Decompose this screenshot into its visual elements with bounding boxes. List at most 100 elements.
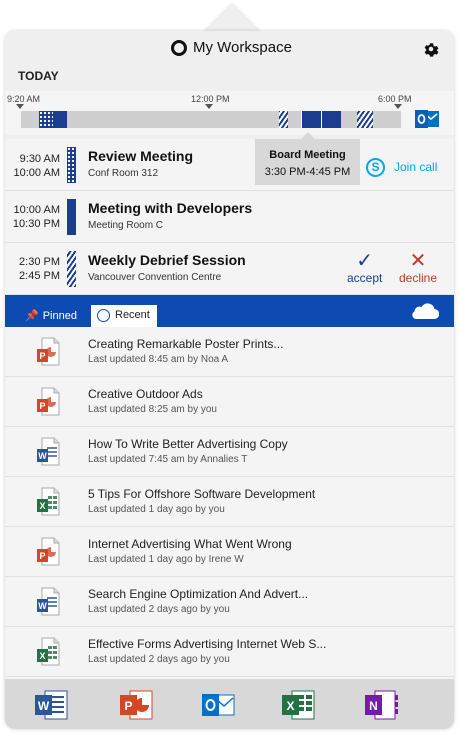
- meeting-color-bar: [67, 147, 76, 183]
- timeline-end-label: 6:00 PM: [378, 94, 412, 104]
- file-title: How To Write Better Advertising Copy: [88, 437, 288, 451]
- svg-text:P: P: [39, 401, 45, 411]
- svg-text:X: X: [39, 651, 45, 661]
- svg-text:X: X: [286, 699, 294, 713]
- file-list-item[interactable]: X 5 Tips For Offshore Software Developmen…: [5, 477, 454, 527]
- meeting-start: 9:30 AM: [19, 153, 60, 165]
- decline-label: decline: [399, 271, 438, 285]
- word-app-icon[interactable]: W: [33, 688, 69, 722]
- svg-text:N: N: [369, 699, 378, 713]
- meeting-item[interactable]: 9:30 AM 10:00 AM Review Meeting Conf Roo…: [5, 132, 454, 191]
- file-meta: Last updated 8:45 am by Noa A: [88, 354, 229, 365]
- timeline-event-developers[interactable]: [53, 111, 67, 128]
- file-list-item[interactable]: P Internet Advertising What Went Wrong Las…: [5, 527, 454, 577]
- tab-recent[interactable]: Recent: [91, 305, 157, 329]
- onenote-app-icon[interactable]: N: [363, 688, 399, 722]
- tooltip-title: Board Meeting: [269, 149, 346, 161]
- excel-file-icon: X: [37, 487, 60, 516]
- powerpoint-file-icon: P: [37, 387, 60, 416]
- meeting-end: 10:00 AM: [13, 167, 60, 179]
- flyout-notch: [204, 4, 260, 32]
- file-meta: Last updated 7:45 am by Annalies T: [88, 454, 248, 465]
- checkmark-icon: ✓: [356, 250, 374, 272]
- timeline-event-later[interactable]: [357, 111, 373, 128]
- file-meta: Last updated 1 day ago by you: [88, 504, 225, 515]
- workspace-panel: My Workspace TODAY 9:20 AM 12:00 PM 6:00…: [5, 31, 454, 729]
- tab-recent-label: Recent: [115, 309, 150, 321]
- word-file-icon: W: [37, 437, 60, 466]
- meeting-time: 9:30 AM 10:00 AM: [14, 152, 60, 180]
- svg-text:P: P: [39, 351, 45, 361]
- board-meeting-tooltip: Board Meeting 3:30 PM-4:45 PM: [255, 132, 360, 185]
- svg-text:P: P: [39, 551, 45, 561]
- meeting-title: Review Meeting: [88, 148, 194, 164]
- file-list-item[interactable]: W Search Engine Optimization And Advert..…: [5, 577, 454, 627]
- svg-text:P: P: [124, 699, 132, 713]
- file-list-item[interactable]: P Creating Remarkable Poster Prints... Las…: [5, 327, 454, 377]
- outlook-icon[interactable]: [415, 108, 439, 130]
- svg-text:W: W: [38, 451, 47, 461]
- excel-app-icon[interactable]: X: [280, 688, 316, 722]
- file-title: Creating Remarkable Poster Prints...: [88, 337, 284, 351]
- accept-label: accept: [347, 271, 383, 285]
- file-title: Effective Forms Advertising Internet Web…: [88, 637, 327, 651]
- meeting-end: 2:45 PM: [19, 270, 60, 282]
- powerpoint-app-icon[interactable]: P: [118, 688, 154, 722]
- close-icon: ✕: [409, 250, 427, 272]
- file-meta: Last updated 2 days ago by you: [88, 604, 230, 615]
- file-list-item[interactable]: W How To Write Better Advertising Copy Las…: [5, 427, 454, 477]
- meeting-time: 10:00 AM 10:30 PM: [13, 203, 60, 231]
- page-title: My Workspace: [193, 39, 292, 56]
- meeting-item[interactable]: 10:00 AM 10:30 PM Meeting with Developer…: [5, 191, 454, 243]
- meeting-color-bar: [67, 199, 76, 235]
- meeting-start: 10:00 AM: [13, 204, 60, 216]
- gear-icon[interactable]: [422, 40, 440, 58]
- meeting-end: 10:30 PM: [12, 218, 60, 230]
- excel-file-icon: X: [37, 637, 60, 666]
- accept-button[interactable]: ✓ accept: [347, 251, 382, 285]
- powerpoint-file-icon: P: [37, 337, 60, 366]
- timeline-event-debrief[interactable]: [279, 111, 288, 128]
- meeting-time: 2:30 PM 2:45 PM: [19, 255, 60, 283]
- meeting-title: Meeting with Developers: [88, 200, 253, 216]
- tab-pinned-label: Pinned: [42, 310, 77, 322]
- decline-button[interactable]: ✕ decline: [399, 251, 437, 285]
- powerpoint-file-icon: P: [37, 537, 60, 566]
- meeting-location: Conf Room 312: [88, 168, 159, 179]
- timeline-marker: [16, 104, 24, 109]
- file-list-item[interactable]: P Creative Outdoor Ads Last updated 8:25 a…: [5, 377, 454, 427]
- svg-text:W: W: [38, 601, 47, 611]
- file-meta: Last updated 2 days ago by you: [88, 654, 230, 665]
- tooltip-time: 3:30 PM-4:45 PM: [264, 166, 351, 178]
- day-timeline[interactable]: 9:20 AM 12:00 PM 6:00 PM: [5, 91, 454, 135]
- svg-text:X: X: [39, 501, 45, 511]
- onedrive-cloud-icon[interactable]: [409, 301, 439, 321]
- pin-icon: 📌: [25, 310, 39, 322]
- file-title: Creative Outdoor Ads: [88, 387, 203, 401]
- timeline-marker: [394, 104, 402, 109]
- meeting-location: Meeting Room C: [88, 220, 164, 231]
- file-list-item[interactable]: X Effective Forms Advertising Internet We…: [5, 627, 454, 677]
- clock-icon: [97, 309, 110, 322]
- workspace-logo-icon: [171, 40, 187, 56]
- file-tabs: 📌 Pinned Recent: [5, 295, 454, 329]
- timeline-event-review[interactable]: [39, 111, 53, 128]
- file-meta: Last updated 1 day ago by Irene W: [88, 554, 244, 565]
- svg-text:W: W: [38, 699, 50, 713]
- meeting-location: Vancouver Convention Centre: [88, 272, 222, 283]
- header: My Workspace: [5, 31, 454, 65]
- app-dock: W P X N: [5, 679, 454, 729]
- skype-icon: S: [366, 158, 385, 177]
- timeline-divider: [321, 111, 322, 128]
- meeting-item[interactable]: 2:30 PM 2:45 PM Weekly Debrief Session V…: [5, 243, 454, 295]
- today-label: TODAY: [18, 69, 59, 83]
- meeting-start: 2:30 PM: [19, 256, 60, 268]
- file-title: Internet Advertising What Went Wrong: [88, 537, 292, 551]
- meeting-title: Weekly Debrief Session: [88, 252, 246, 268]
- word-file-icon: W: [37, 587, 60, 616]
- recent-files-list: P Creating Remarkable Poster Prints... Las…: [5, 327, 454, 679]
- outlook-app-icon[interactable]: [200, 688, 236, 722]
- file-title: 5 Tips For Offshore Software Development: [88, 487, 316, 501]
- timeline-marker: [205, 104, 213, 109]
- file-title: Search Engine Optimization And Advert...: [88, 587, 309, 601]
